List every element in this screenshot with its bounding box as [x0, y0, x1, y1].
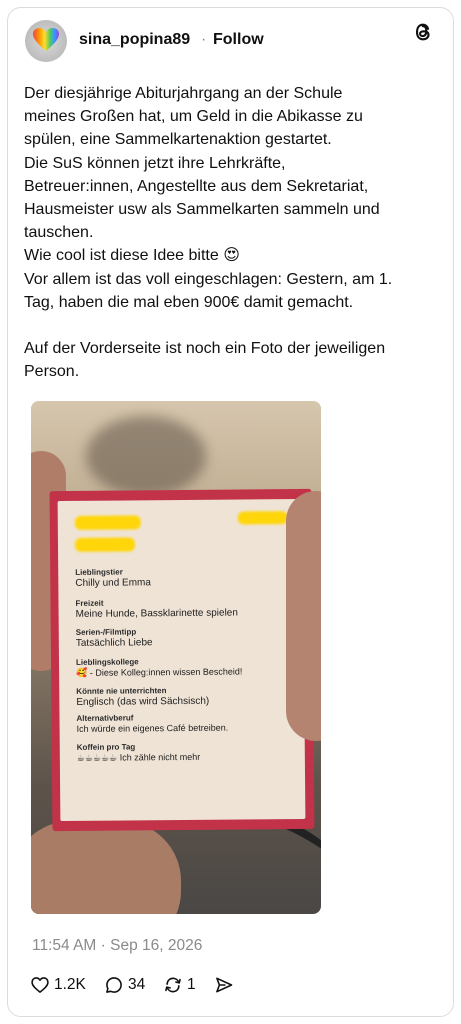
photo-finger-right	[286, 491, 321, 741]
field-label: Alternativberuf	[76, 713, 134, 723]
censored-subtitle	[74, 537, 136, 552]
heart-icon	[31, 977, 49, 993]
field-label: Serien-/Filmtipp	[75, 627, 137, 637]
username[interactable]: sina_popina89	[79, 31, 190, 49]
field-label: Lieblingstier	[75, 567, 123, 577]
field-value: Chilly und Emma	[75, 577, 151, 589]
field-value: Meine Hunde, Bassklarinette spielen	[75, 607, 238, 620]
share-send-icon	[216, 977, 233, 993]
post-text-line: Der diesjährige Abiturjahrgang an der Sc…	[24, 85, 343, 102]
field-value: ☕☕☕☕☕ Ich zähle nicht mehr	[76, 751, 201, 763]
censored-logo	[237, 511, 288, 525]
like-button[interactable]: 1.2K	[30, 972, 86, 998]
share-button[interactable]	[214, 972, 234, 998]
post-text-line: Hausmeister usw als Sammelkarten sammeln…	[24, 201, 380, 219]
post-photo[interactable]: Lieblingstier Chilly und Emma Freizeit M…	[31, 401, 321, 914]
field-value: Ich würde ein eigenes Café betreiben.	[76, 722, 229, 734]
post-text-line: Vor allem ist das voll eingeschlagen: Ge…	[24, 270, 393, 288]
post-text-line	[24, 314, 434, 337]
threads-logo-icon[interactable]	[412, 20, 434, 44]
field-label: Könnte nie unterrichten	[76, 686, 167, 696]
repost-button[interactable]: 1	[163, 972, 196, 998]
field-value: Englisch (das wird Sächsisch)	[76, 695, 210, 708]
field-value: Tatsächlich Liebe	[75, 637, 153, 649]
like-count: 1.2K	[54, 976, 86, 993]
photo-shadow	[86, 416, 206, 496]
post-text-line: Tag, haben die mal eben 900€ damit gemac…	[24, 293, 354, 311]
censored-name	[74, 515, 141, 530]
reply-count: 34	[128, 976, 146, 993]
post-text-line: Die SuS können jetzt ihre Lehrkräfte,	[24, 154, 286, 172]
post-text-line: meines Großen hat, um Geld in die Abikas…	[24, 108, 363, 126]
post-text-line: Person.	[24, 363, 80, 381]
field-value: 🥰 - Diese Kolleg:innen wissen Bescheid!	[76, 666, 243, 678]
post-text-line: Wie cool ist diese Idee bitte 😍	[24, 247, 240, 265]
separator-dot: ·	[201, 31, 207, 48]
trading-card: Lieblingstier Chilly und Emma Freizeit M…	[49, 488, 315, 832]
repost-icon	[165, 977, 181, 993]
post-text-line: Betreuer:innen, Angestellte aus dem Sekr…	[24, 177, 369, 195]
repost-count: 1	[187, 976, 196, 993]
post-timestamp[interactable]: 11:54 AM · Sep 16, 2026	[32, 937, 202, 955]
post-body: Der diesjährige Abiturjahrgang an der Sc…	[24, 82, 434, 384]
post-text-line: tauschen.	[24, 224, 94, 242]
rainbow-heart-icon	[33, 28, 59, 52]
trading-card-face: Lieblingstier Chilly und Emma Freizeit M…	[57, 498, 306, 822]
field-label: Freizeit	[75, 598, 104, 608]
avatar[interactable]	[25, 20, 67, 62]
post-text-line: spülen, eine Sammelkartenaktion gestarte…	[24, 131, 332, 149]
follow-button[interactable]: Follow	[213, 31, 264, 49]
photo-hand	[31, 821, 181, 914]
reply-bubble-icon	[106, 977, 122, 993]
post-text-line: Auf der Vorderseite ist noch ein Foto de…	[24, 340, 386, 358]
reply-button[interactable]: 34	[104, 972, 145, 998]
field-label: Koffein pro Tag	[76, 742, 136, 752]
field-label: Lieblingskollege	[75, 657, 139, 667]
